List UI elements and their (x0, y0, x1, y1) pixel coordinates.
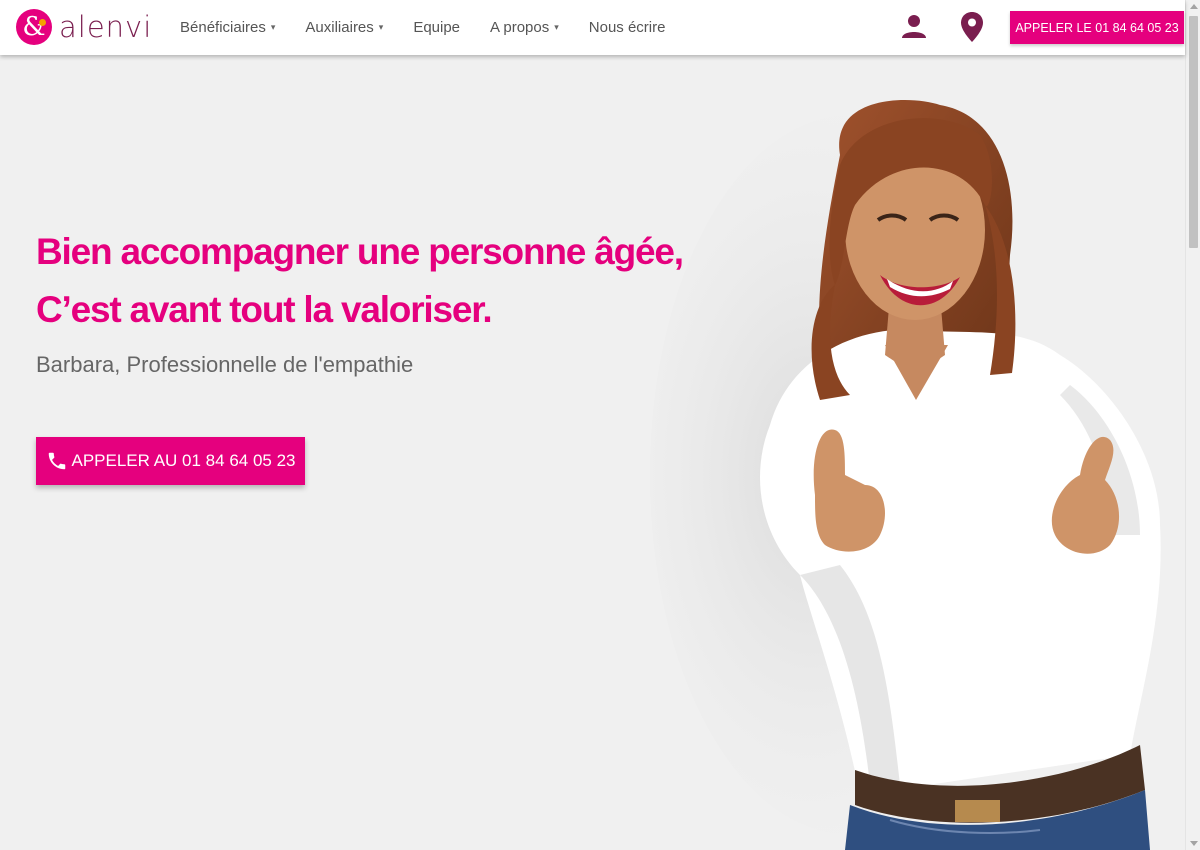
nav-item-label: Bénéficiaires (180, 19, 266, 36)
nav-item-label: Nous écrire (588, 19, 666, 36)
hero-title-line-2: C’est avant tout la valoriser. (36, 289, 493, 330)
hero-call-button-label: APPELER AU 01 84 64 05 23 (71, 451, 296, 470)
hero-title-line-1: Bien accompagner une personne âgée, (36, 231, 684, 272)
chevron-down-icon: ▾ (270, 22, 276, 32)
nav-item-label: Equipe (413, 19, 461, 36)
logo-mark: & (16, 9, 52, 45)
smiling-woman-pointing-photo (650, 100, 1161, 850)
nav-item-equipe[interactable]: Equipe (413, 19, 460, 36)
map-pin-icon[interactable] (960, 11, 984, 43)
hero-call-button[interactable]: APPELER AU 01 84 64 05 23 (36, 437, 305, 485)
nav-item-beneficiaires[interactable]: Bénéficiaires ▾ (180, 19, 275, 36)
chevron-down-icon: ▾ (378, 22, 384, 32)
site-header: & alenvi Bénéficiaires ▾ Auxiliaires ▾ E… (0, 0, 1185, 55)
page-scrollbar[interactable] (1185, 0, 1200, 850)
hero-section: Bien accompagner une personne âgée, C’es… (0, 55, 1185, 850)
scroll-up-icon[interactable] (1190, 4, 1198, 9)
logo-dot (39, 19, 46, 26)
hero-subtitle: Barbara, Professionnelle de l'empathie (36, 352, 414, 377)
user-icon[interactable] (900, 13, 928, 41)
scroll-down-icon[interactable] (1190, 841, 1198, 846)
header-call-button[interactable]: APPELER LE 01 84 64 05 23 (1010, 11, 1184, 44)
nav-item-label: A propos (490, 19, 550, 36)
nav-item-auxiliaires[interactable]: Auxiliaires ▾ (305, 19, 383, 36)
chevron-down-icon: ▾ (554, 22, 559, 32)
main-nav: Bénéficiaires ▾ Auxiliaires ▾ Equipe A p… (180, 0, 695, 55)
phone-icon (48, 452, 65, 470)
nav-item-label: Auxiliaires (305, 19, 374, 36)
brand-logo[interactable]: & alenvi (16, 9, 152, 45)
logo-text: alenvi (59, 10, 153, 44)
nav-item-a-propos[interactable]: A propos ▾ (490, 19, 559, 36)
scroll-thumb[interactable] (1189, 16, 1198, 248)
nav-item-nous-ecrire[interactable]: Nous écrire (589, 19, 666, 36)
logo-glyph: & (22, 12, 46, 42)
